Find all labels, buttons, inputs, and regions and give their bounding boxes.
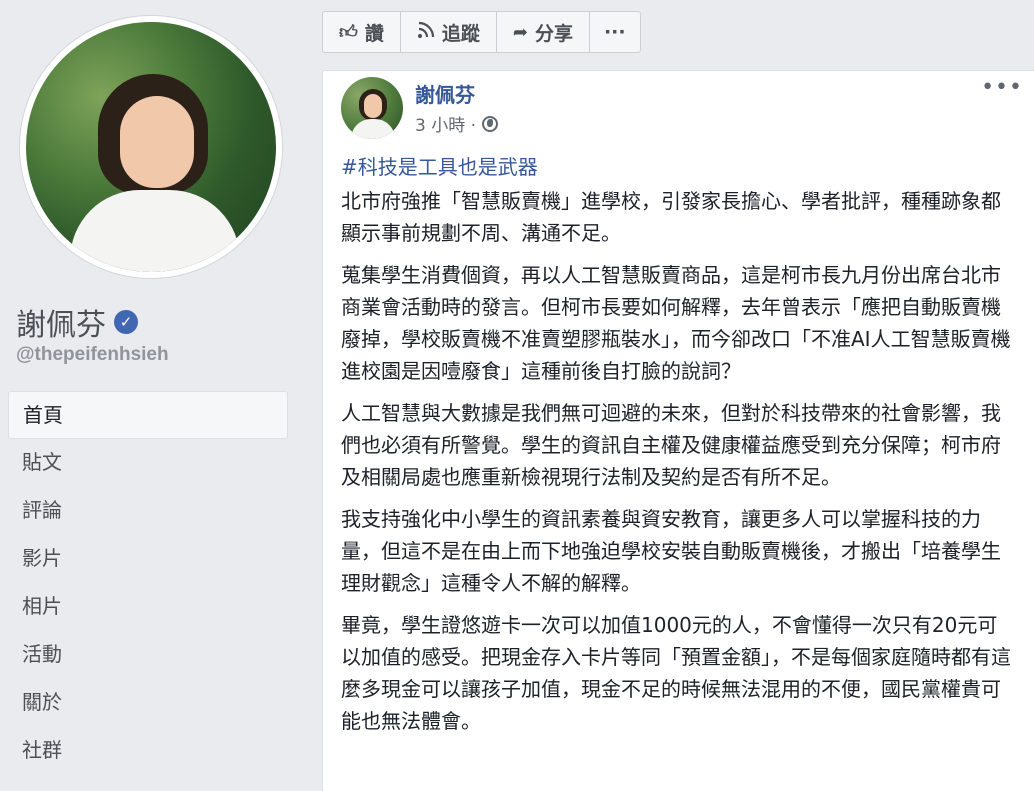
nav-item-home[interactable]: 首頁	[8, 391, 288, 439]
nav-item-videos[interactable]: 影片	[8, 535, 288, 583]
page-title[interactable]: 謝佩芬	[16, 300, 106, 344]
nav-item-about[interactable]: 關於	[8, 679, 288, 727]
post-more-icon[interactable]: •••	[981, 75, 1023, 100]
post-paragraph: 我支持強化中小學生的資訊素養與資安教育，讓更多人可以掌握科技的力量，但這不是在由…	[341, 507, 1001, 595]
post-paragraph: 蒐集學生消費個資，再以人工智慧販賣商品，這是柯市長九月份出席台北市商業會活動時的…	[341, 263, 1011, 383]
post-author-avatar[interactable]	[341, 77, 403, 139]
post-body: 北市府強推「智慧販賣機」進學校，引發家長擔心、學者批評，種種跡象都顯示事前規劃不…	[341, 185, 1015, 747]
follow-button[interactable]: 追蹤	[401, 12, 497, 52]
like-button[interactable]: 👍︎ 讚	[323, 12, 401, 52]
post-paragraph: 人工智慧與大數據是我們無可迴避的未來，但對於科技帶來的社會影響，我們也必須有所警…	[341, 401, 1001, 489]
globe-icon[interactable]	[482, 115, 499, 132]
more-button[interactable]: ···	[590, 12, 640, 52]
rss-icon	[417, 21, 435, 44]
nav-item-photos[interactable]: 相片	[8, 583, 288, 631]
page-handle[interactable]: @thepeifenhsieh	[16, 344, 169, 366]
post-paragraph: 北市府強推「智慧販賣機」進學校，引發家長擔心、學者批評，種種跡象都顯示事前規劃不…	[341, 189, 1001, 245]
page-nav: 首頁 貼文 評論 影片 相片 活動 關於 社群	[8, 391, 288, 775]
nav-item-posts[interactable]: 貼文	[8, 439, 288, 487]
thumbs-up-icon: 👍︎	[339, 22, 358, 43]
page-name-row: 謝佩芬 ✓	[16, 300, 138, 344]
post-author-name[interactable]: 謝佩芬	[415, 79, 475, 108]
verified-icon: ✓	[114, 310, 138, 334]
nav-item-events[interactable]: 活動	[8, 631, 288, 679]
post-paragraph: 畢竟，學生證悠遊卡一次可以加值1000元的人，不會懂得一次只有20元可以加值的感…	[341, 613, 1011, 733]
share-arrow-icon: ➦	[512, 21, 528, 43]
follow-label: 追蹤	[441, 22, 480, 45]
left-sidebar: 謝佩芬 ✓ @thepeifenhsieh 首頁 貼文 評論 影片 相片 活動 …	[0, 0, 304, 784]
share-label: 分享	[534, 22, 573, 45]
page-action-bar: 👍︎ 讚 追蹤 ➦ 分享 ···	[322, 11, 641, 53]
nav-item-community[interactable]: 社群	[8, 727, 288, 775]
like-label: 讚	[364, 22, 384, 45]
profile-picture[interactable]	[20, 16, 282, 278]
post-hashtag[interactable]: #科技是工具也是武器	[341, 151, 538, 180]
post-time[interactable]: 3 小時 ·	[415, 111, 476, 136]
share-button[interactable]: ➦ 分享	[497, 12, 590, 52]
post-timestamp: 3 小時 ·	[415, 111, 499, 136]
more-icon: ···	[603, 21, 626, 43]
avatar	[26, 22, 276, 272]
post-card: 謝佩芬 3 小時 · ••• #科技是工具也是武器 北市府強推「智慧販賣機」進學…	[322, 70, 1034, 791]
nav-item-reviews[interactable]: 評論	[8, 487, 288, 535]
